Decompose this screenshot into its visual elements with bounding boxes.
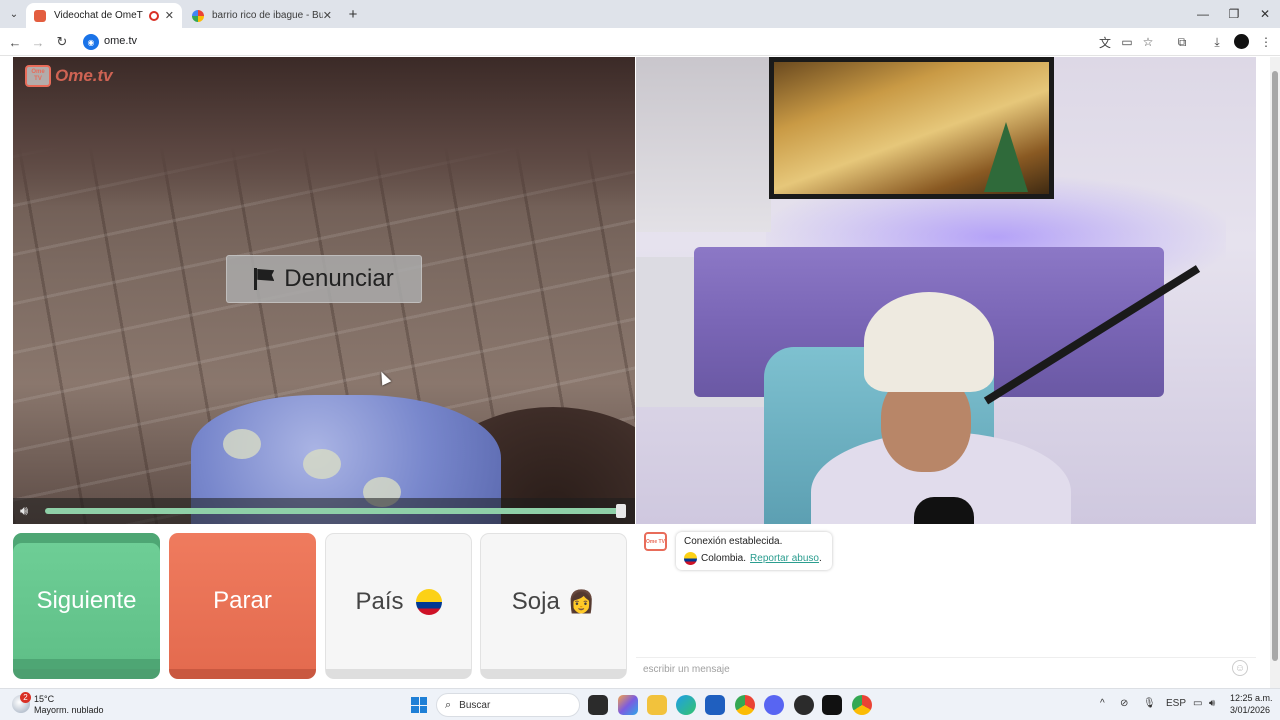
tv-logo-icon: Ome TV (25, 65, 51, 87)
self-video (636, 57, 1256, 524)
page-scrollbar[interactable] (1270, 57, 1280, 688)
minimize-icon[interactable]: — (1188, 4, 1218, 24)
report-abuse-link[interactable]: Reportar abuso (750, 553, 819, 564)
discord-icon[interactable] (764, 695, 784, 715)
volume-bar: 🔊︎ (13, 498, 635, 524)
scrollbar-thumb[interactable] (1272, 71, 1278, 661)
tab-ometv[interactable]: Videochat de OmeTV: una ✕ (26, 3, 182, 28)
weather-description[interactable]: Mayorm. nublado (34, 705, 104, 715)
site-info-icon[interactable]: ◉ (83, 34, 99, 50)
chrome-icon[interactable] (735, 695, 755, 715)
separator: . (743, 553, 747, 564)
system-message: Conexión establecida. Colombia . Reporta… (676, 532, 832, 570)
chat-panel: Ome TV Conexión establecida. Colombia . … (636, 524, 1256, 688)
menu-kebab-icon[interactable]: ⋮ (1257, 33, 1275, 51)
tab-title: Videochat de OmeTV: una (54, 10, 143, 21)
clock-date[interactable]: 3/01/2026 (1230, 705, 1270, 715)
tab-strip: ⌄ Videochat de OmeTV: una ✕ barrio rico … (0, 0, 1280, 28)
microphone-icon[interactable]: 🎙︎ (1143, 698, 1156, 709)
close-tab-icon[interactable]: ✕ (323, 9, 332, 22)
extensions-icon[interactable]: ⧉ (1173, 33, 1191, 51)
volume-slider-track[interactable] (45, 508, 623, 514)
restore-icon[interactable]: ❐ (1219, 4, 1249, 24)
task-view-icon[interactable] (588, 695, 608, 715)
weather-temperature[interactable]: 15°C (34, 694, 54, 704)
download-icon[interactable]: ⤓ (1208, 33, 1226, 51)
cast-icon[interactable]: ▭ (1118, 33, 1136, 51)
chevron-up-icon[interactable]: ^ (1100, 698, 1105, 709)
report-label: Denunciar (284, 265, 394, 292)
emoji-smiley-icon[interactable]: ☺ (1232, 660, 1248, 676)
tab-title: barrio rico de ibague - Buscar c (212, 10, 323, 21)
logo-wordmark: Ome.tv (55, 66, 113, 85)
volume-icon[interactable]: 🔊︎ (1209, 698, 1215, 709)
recording-icon (148, 10, 159, 21)
language-indicator[interactable]: ESP (1166, 698, 1186, 709)
close-tab-icon[interactable]: ✕ (165, 9, 174, 22)
stop-button[interactable]: Parar (169, 533, 316, 679)
colombia-flag-icon (415, 588, 442, 615)
ometv-logo: Ome TV Ome.tv (25, 65, 113, 87)
search-icon: ⌕ (445, 698, 452, 711)
ometv-page: Ome TV Ome.tv Denunciar 🔊︎ Siguiente Par… (0, 57, 1280, 688)
tiktok-icon[interactable] (822, 695, 842, 715)
flag-icon (254, 268, 275, 290)
app-icon[interactable] (794, 695, 814, 715)
file-explorer-icon[interactable] (647, 695, 667, 715)
cap (864, 292, 994, 392)
tab-search-chevron-icon[interactable]: ⌄ (4, 4, 24, 24)
new-tab-plus-icon[interactable]: + (344, 5, 362, 23)
forward-arrow-icon[interactable]: → (28, 32, 48, 52)
google-favicon-icon (192, 9, 204, 22)
next-button[interactable]: Siguiente (13, 533, 160, 679)
volume-slider-handle[interactable] (616, 504, 626, 518)
address-bar-url[interactable]: ome.tv (104, 35, 137, 47)
report-button[interactable]: Denunciar (226, 255, 422, 303)
speaker-icon[interactable]: 🔊︎ (20, 503, 38, 518)
bookmark-star-icon[interactable]: ☆ (1139, 33, 1157, 51)
close-window-icon[interactable]: ✕ (1250, 4, 1280, 24)
gender-label: Soja (511, 587, 560, 615)
store-icon[interactable] (705, 695, 725, 715)
network-off-icon[interactable]: ⊘ (1120, 698, 1128, 709)
browser-toolbar: ← → ↻ ◉ ome.tv 文 ▭ ☆ ⧉ ⤓ ⋮ (0, 28, 1280, 56)
person-emoji-icon: 👩 (567, 588, 596, 614)
wall-poster (636, 57, 771, 232)
notification-badge: 2 (20, 692, 31, 703)
ometv-favicon-icon (34, 9, 46, 22)
wall-tv (769, 57, 1054, 199)
windows-start-icon[interactable] (411, 697, 427, 713)
report-suffix: . (818, 553, 822, 564)
monitor-icon[interactable]: ▭ (1193, 698, 1202, 709)
profile-avatar[interactable] (1234, 34, 1249, 49)
reload-icon[interactable]: ↻ (52, 32, 72, 52)
copilot-icon[interactable] (618, 695, 638, 715)
gender-filter-button[interactable]: Soja 👩 (480, 533, 627, 679)
translate-icon[interactable]: 文 (1096, 33, 1114, 51)
windows-taskbar: 2 15°C Mayorm. nublado ⌕ Buscar ^ ⊘ 🎙︎ E… (0, 688, 1280, 720)
back-arrow-icon[interactable]: ← (5, 32, 25, 52)
stranger-video: Ome TV Ome.tv Denunciar 🔊︎ (13, 57, 635, 524)
colombia-flag-icon (684, 552, 697, 565)
edge-icon[interactable] (676, 695, 696, 715)
message-input[interactable]: escribir un mensaje (636, 657, 1256, 681)
ometv-chat-icon: Ome TV (644, 532, 667, 551)
chrome-profile-icon[interactable] (852, 695, 872, 715)
partner-country: Colombia (701, 553, 744, 564)
microphone (914, 497, 974, 524)
search-label: Buscar (459, 699, 491, 711)
taskbar-search[interactable]: ⌕ Buscar (436, 693, 580, 717)
country-label: País (355, 587, 404, 615)
tab-google-search[interactable]: barrio rico de ibague - Buscar c ✕ (184, 3, 340, 28)
connection-status: Conexión establecida. (684, 536, 783, 547)
clock-time[interactable]: 12:25 a.m. (1230, 693, 1273, 703)
country-filter-button[interactable]: País (325, 533, 472, 679)
